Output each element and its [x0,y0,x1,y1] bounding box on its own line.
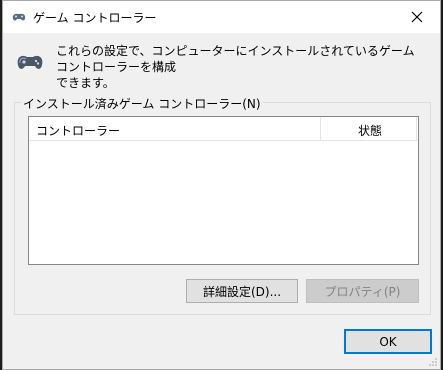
game-controllers-dialog: ゲーム コントローラー これらの設定で、コンピューターにインストールされているゲ… [2,0,441,370]
window-title: ゲーム コントローラー [33,11,157,25]
column-header-controller[interactable]: コントローラー [36,122,120,139]
gamepad-icon [12,13,26,21]
column-header-status[interactable]: 状態 [358,122,382,139]
list-header: コントローラー 状態 [29,117,418,141]
ok-button[interactable]: OK [344,329,432,354]
properties-button: プロパティ(P) [306,279,419,303]
controller-list[interactable]: コントローラー 状態 [28,116,419,265]
description-text: これらの設定で、コンピューターにインストールされているゲーム コントローラーを構… [56,44,415,90]
title-bar[interactable]: ゲーム コントローラー [3,1,440,33]
close-icon [411,11,423,23]
close-button[interactable] [394,1,440,33]
resize-grip-icon[interactable] [428,357,438,367]
column-divider[interactable] [416,117,417,140]
column-divider[interactable] [320,117,321,140]
gamepad-icon [17,55,43,69]
advanced-settings-button[interactable]: 詳細設定(D)... [186,279,298,303]
installed-controllers-label: インストール済みゲーム コントローラー(N) [21,95,263,112]
